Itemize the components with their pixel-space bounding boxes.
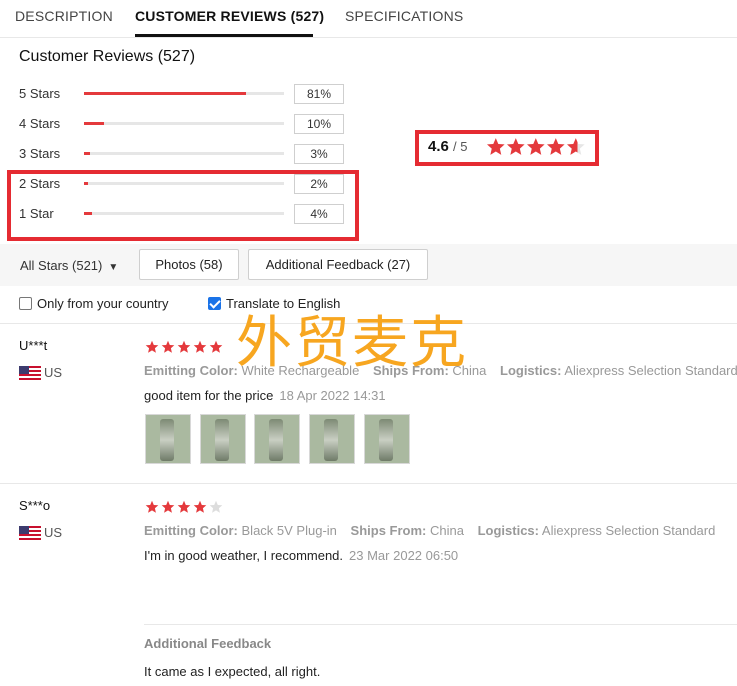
active-tab-indicator bbox=[135, 34, 313, 37]
all-stars-label: All Stars (521) bbox=[20, 258, 103, 273]
country-code: US bbox=[44, 365, 63, 380]
review-comment: good item for the price 18 Apr 2022 14:31 bbox=[144, 388, 386, 403]
review-photo-thumbnail[interactable] bbox=[254, 414, 300, 464]
additional-feedback-text: It came as I expected, all right. bbox=[144, 664, 321, 679]
divider bbox=[144, 624, 737, 625]
only-country-checkbox[interactable] bbox=[19, 297, 32, 310]
star-filled-icon bbox=[193, 340, 207, 353]
rating-percent: 10% bbox=[294, 114, 344, 134]
review-date: 18 Apr 2022 14:31 bbox=[279, 388, 386, 403]
rating-label: 3 Stars bbox=[19, 146, 61, 161]
average-star-icon bbox=[546, 138, 565, 155]
highlight-box-low-ratings bbox=[7, 170, 359, 241]
rating-bar bbox=[84, 92, 284, 95]
rating-label: 4 Stars bbox=[19, 116, 61, 131]
average-star-icon bbox=[526, 138, 545, 155]
only-country-label: Only from your country bbox=[37, 296, 169, 311]
additional-feedback-title: Additional Feedback bbox=[144, 636, 272, 651]
review-photo-thumbnail[interactable] bbox=[200, 414, 246, 464]
review-stars bbox=[145, 500, 223, 514]
emitting-color-value: Black 5V Plug-in bbox=[241, 523, 337, 538]
watermark: 外贸麦克 bbox=[236, 311, 468, 376]
star-filled-icon bbox=[161, 340, 175, 353]
review-photo-thumbnail[interactable] bbox=[309, 414, 355, 464]
logistics-value: Aliexpress Selection Standard bbox=[564, 363, 737, 378]
tab-description[interactable]: DESCRIPTION bbox=[15, 8, 113, 24]
review-photo-thumbnail[interactable] bbox=[145, 414, 191, 464]
rating-row-5: 5 Stars 81% bbox=[19, 84, 349, 104]
average-stars bbox=[486, 138, 585, 155]
us-flag-icon bbox=[19, 525, 41, 540]
logistics-key: Logistics: bbox=[500, 363, 562, 378]
average-out-of: / 5 bbox=[453, 139, 468, 154]
review-photo-thumbnail[interactable] bbox=[364, 414, 410, 464]
rating-bar bbox=[84, 122, 284, 125]
review-stars bbox=[145, 340, 223, 354]
tab-specifications[interactable]: SPECIFICATIONS bbox=[345, 8, 463, 24]
all-stars-dropdown[interactable]: All Stars (521) ▼ bbox=[20, 258, 118, 273]
reviewer-country: US bbox=[19, 365, 62, 380]
star-filled-icon bbox=[193, 500, 207, 513]
chevron-down-icon: ▼ bbox=[108, 262, 119, 273]
rating-percent: 3% bbox=[294, 144, 344, 164]
average-star-icon bbox=[486, 138, 505, 155]
tab-customer-reviews[interactable]: CUSTOMER REVIEWS (527) bbox=[135, 8, 324, 24]
translate-checkbox[interactable] bbox=[208, 297, 221, 310]
star-filled-icon bbox=[161, 500, 175, 513]
rating-percent: 81% bbox=[294, 84, 344, 104]
rating-bar bbox=[84, 152, 284, 155]
star-filled-icon bbox=[209, 340, 223, 353]
rating-bar-fill bbox=[84, 122, 104, 125]
rating-bar-fill bbox=[84, 152, 90, 155]
photos-filter-button[interactable]: Photos (58) bbox=[139, 249, 239, 280]
reviewer-name: S***o bbox=[19, 498, 51, 513]
star-empty-icon bbox=[209, 500, 223, 513]
star-filled-icon bbox=[177, 340, 191, 353]
us-flag-icon bbox=[19, 365, 41, 380]
star-filled-icon bbox=[177, 500, 191, 513]
rating-bar-fill bbox=[84, 92, 246, 95]
review-tabs: DESCRIPTION CUSTOMER REVIEWS (527) SPECI… bbox=[0, 0, 737, 38]
country-code: US bbox=[44, 525, 63, 540]
average-star-icon bbox=[506, 138, 525, 155]
logistics-key: Logistics: bbox=[477, 523, 539, 538]
divider bbox=[0, 483, 737, 484]
star-filled-icon bbox=[145, 500, 159, 513]
star-filled-icon bbox=[145, 340, 159, 353]
review-text: good item for the price bbox=[144, 388, 274, 403]
review-date: 23 Mar 2022 06:50 bbox=[349, 548, 459, 563]
average-value: 4.6 bbox=[428, 138, 449, 155]
reviewer-country: US bbox=[19, 525, 62, 540]
rating-row-4: 4 Stars 10% bbox=[19, 114, 349, 134]
review-meta: Emitting Color: Black 5V Plug-in Ships F… bbox=[144, 523, 715, 538]
ships-from-value: China bbox=[430, 523, 464, 538]
logistics-value: Aliexpress Selection Standard bbox=[541, 523, 716, 538]
rating-row-3: 3 Stars 3% bbox=[19, 144, 349, 164]
filter-bar: All Stars (521) ▼ Photos (58) Additional … bbox=[0, 244, 737, 286]
ships-from-key: Ships From: bbox=[350, 523, 427, 538]
reviews-section-title: Customer Reviews (527) bbox=[19, 48, 196, 65]
average-star-icon bbox=[566, 138, 585, 155]
average-rating: 4.6 / 5 bbox=[428, 138, 468, 155]
emitting-color-key: Emitting Color: bbox=[144, 523, 238, 538]
rating-label: 5 Stars bbox=[19, 86, 61, 101]
additional-feedback-filter-button[interactable]: Additional Feedback (27) bbox=[248, 249, 428, 280]
review-comment: I'm in good weather, I recommend. 23 Mar … bbox=[144, 548, 458, 563]
review-text: I'm in good weather, I recommend. bbox=[144, 548, 344, 563]
reviewer-name: U***t bbox=[19, 338, 48, 353]
only-country-option[interactable]: Only from your country bbox=[19, 296, 169, 311]
emitting-color-key: Emitting Color: bbox=[144, 363, 238, 378]
